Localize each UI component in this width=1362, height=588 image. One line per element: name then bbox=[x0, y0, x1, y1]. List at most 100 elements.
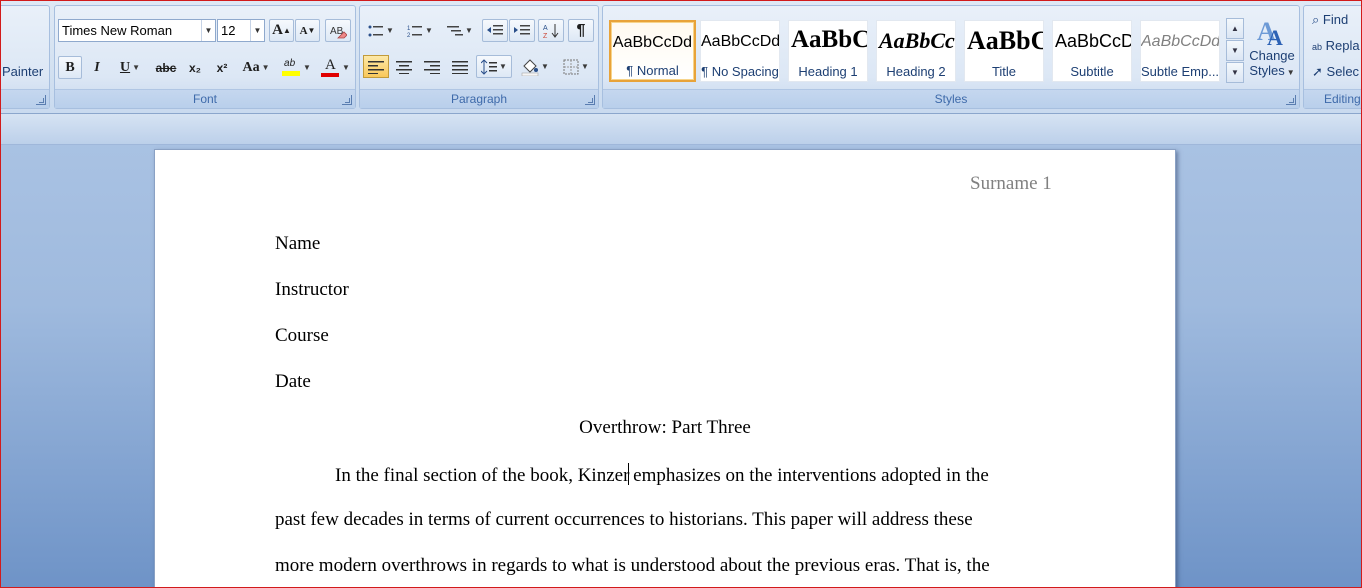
style-heading-2[interactable]: AaBbCc Heading 2 bbox=[876, 20, 956, 82]
styles-launcher-icon[interactable] bbox=[1286, 95, 1296, 105]
chevron-down-icon: ▼ bbox=[581, 62, 589, 71]
strikethrough-button[interactable]: abc bbox=[151, 56, 181, 79]
svg-text:2: 2 bbox=[407, 33, 411, 38]
gallery-up-icon[interactable]: ▲ bbox=[1226, 18, 1244, 39]
body-line-3: more modern overthrows in regards to wha… bbox=[275, 555, 990, 576]
font-size-combo[interactable]: 12 ▼ bbox=[217, 19, 265, 42]
sort-button[interactable]: AZ bbox=[538, 19, 564, 42]
justify-button[interactable] bbox=[447, 55, 473, 78]
style-subtitle[interactable]: AaBbCcD Subtitle bbox=[1052, 20, 1132, 82]
align-center-button[interactable] bbox=[391, 55, 417, 78]
subscript-button[interactable]: x₂ bbox=[183, 56, 207, 79]
styles-group: AaBbCcDd ¶ Normal AaBbCcDd ¶ No Spacing … bbox=[602, 5, 1300, 109]
chevron-down-icon: ▼ bbox=[541, 62, 549, 71]
styles-group-label: Styles bbox=[603, 89, 1299, 108]
paragraph-launcher-icon[interactable] bbox=[585, 95, 595, 105]
editing-group-label: Editing bbox=[1304, 89, 1361, 108]
page-header: Surname 1 bbox=[970, 173, 1052, 194]
font-size-value: 12 bbox=[221, 23, 236, 38]
justify-icon bbox=[452, 60, 468, 74]
style-heading-1[interactable]: AaBbC Heading 1 bbox=[788, 20, 868, 82]
chevron-down-icon: ▼ bbox=[250, 20, 264, 41]
clipboard-group: Painter bbox=[1, 5, 50, 109]
numbering-button[interactable]: 12 ▼ bbox=[402, 19, 438, 42]
font-family-combo[interactable]: Times New Roman ▼ bbox=[58, 19, 216, 42]
cursor-icon: ➚ bbox=[1312, 64, 1323, 79]
font-family-value: Times New Roman bbox=[62, 23, 173, 38]
align-left-icon bbox=[368, 60, 384, 74]
change-styles-button[interactable]: A A Change Styles ▼ bbox=[1247, 12, 1297, 92]
chevron-down-icon: ▼ bbox=[261, 63, 270, 72]
chevron-down-icon: ▼ bbox=[132, 63, 141, 72]
font-color-icon: A bbox=[320, 57, 340, 78]
format-painter-button[interactable]: Painter bbox=[2, 64, 43, 79]
grow-font-button[interactable]: A ▲ bbox=[269, 19, 294, 42]
align-right-icon bbox=[424, 60, 440, 74]
chevron-down-icon: ▼ bbox=[201, 20, 215, 41]
highlight-swatch bbox=[282, 70, 301, 76]
show-hide-marks-button[interactable]: ¶ bbox=[568, 19, 594, 42]
svg-text:1: 1 bbox=[407, 26, 411, 32]
editing-group: ⌕ Find ab Repla ➚ Selec Editing bbox=[1303, 5, 1361, 109]
instructor-line: Instructor bbox=[275, 279, 349, 300]
font-launcher-icon[interactable] bbox=[342, 95, 352, 105]
body-line-1: In the final section of the book, Kinzer… bbox=[335, 463, 989, 486]
change-case-button[interactable]: Aa ▼ bbox=[237, 56, 275, 79]
italic-button[interactable]: I bbox=[85, 56, 109, 79]
borders-button[interactable]: ▼ bbox=[557, 55, 595, 78]
font-group-label: Font bbox=[55, 89, 355, 108]
select-button[interactable]: ➚ Selec bbox=[1312, 64, 1359, 80]
align-left-button[interactable] bbox=[363, 55, 389, 78]
increase-indent-icon bbox=[514, 24, 530, 34]
decrease-indent-button[interactable] bbox=[482, 19, 508, 42]
line-spacing-icon bbox=[481, 58, 498, 75]
style-no-spacing[interactable]: AaBbCcDd ¶ No Spacing bbox=[700, 20, 780, 82]
style-normal[interactable]: AaBbCcDd ¶ Normal bbox=[609, 20, 696, 82]
clear-formatting-button[interactable]: AB bbox=[325, 19, 351, 42]
find-button[interactable]: ⌕ Find bbox=[1312, 12, 1348, 28]
superscript-button[interactable]: x² bbox=[210, 56, 234, 79]
text-highlight-button[interactable]: ab ▼ bbox=[277, 56, 315, 79]
font-color-swatch bbox=[321, 72, 340, 77]
document-page[interactable]: Surname 1 Name Instructor Course Date Ov… bbox=[154, 149, 1176, 587]
underline-button[interactable]: U ▼ bbox=[113, 56, 147, 79]
gallery-more-icon[interactable]: ▼ bbox=[1226, 62, 1244, 83]
shrink-font-button[interactable]: A ▼ bbox=[295, 19, 320, 42]
gallery-down-icon[interactable]: ▼ bbox=[1226, 40, 1244, 61]
binoculars-icon: ⌕ bbox=[1312, 12, 1320, 27]
replace-button[interactable]: ab Repla bbox=[1312, 38, 1360, 53]
bullets-icon bbox=[368, 25, 384, 36]
highlighter-icon: ab bbox=[281, 58, 301, 78]
bold-button[interactable]: B bbox=[58, 56, 82, 79]
ruler-band bbox=[1, 114, 1361, 145]
shading-button[interactable]: ▼ bbox=[516, 55, 554, 78]
paragraph-group: ▼ 12 ▼ ▼ AZ ¶ ▼ ▼ ▼ Paragraph bbox=[359, 5, 599, 109]
svg-text:Z: Z bbox=[543, 33, 548, 39]
sort-icon: AZ bbox=[543, 23, 559, 39]
style-title[interactable]: AaBbC Title bbox=[964, 20, 1044, 82]
styles-gallery-scroll[interactable]: ▲ ▼ ▼ bbox=[1226, 18, 1244, 84]
style-subtle-emphasis[interactable]: AaBbCcDd Subtle Emp... bbox=[1140, 20, 1220, 82]
font-color-button[interactable]: A ▼ bbox=[317, 56, 353, 79]
paint-bucket-icon bbox=[521, 58, 539, 76]
svg-text:A: A bbox=[1267, 25, 1283, 48]
chevron-down-icon: ▼ bbox=[465, 26, 473, 35]
chevron-down-icon: ▼ bbox=[342, 63, 350, 72]
word-window: Painter Times New Roman ▼ 12 ▼ A ▲ A ▼ AB bbox=[0, 0, 1362, 588]
paragraph-group-label: Paragraph bbox=[360, 89, 598, 108]
bullets-button[interactable]: ▼ bbox=[363, 19, 399, 42]
student-name-line: Name bbox=[275, 233, 321, 254]
line-spacing-button[interactable]: ▼ bbox=[476, 55, 512, 78]
body-line-2: past few decades in terms of current occ… bbox=[275, 509, 973, 530]
increase-indent-button[interactable] bbox=[509, 19, 535, 42]
course-line: Course bbox=[275, 325, 329, 346]
replace-icon: ab bbox=[1312, 42, 1323, 52]
clipboard-launcher-icon[interactable] bbox=[36, 95, 46, 105]
multilevel-list-button[interactable]: ▼ bbox=[442, 19, 478, 42]
chevron-down-icon: ▼ bbox=[386, 26, 394, 35]
change-styles-icon: A A bbox=[1257, 17, 1283, 48]
chevron-down-icon: ▼ bbox=[499, 62, 507, 71]
align-right-button[interactable] bbox=[419, 55, 445, 78]
grow-arrow-icon: ▲ bbox=[282, 26, 291, 35]
decrease-indent-icon bbox=[487, 24, 503, 34]
